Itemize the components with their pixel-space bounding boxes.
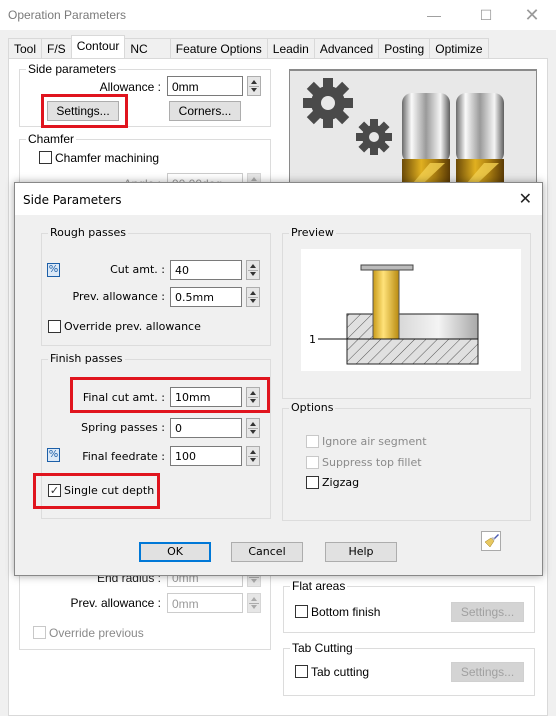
spring-passes-input[interactable]: 0 [170,418,242,438]
chamfer-legend: Chamfer [26,132,77,146]
final-feedrate-label: Final feedrate : [82,450,165,463]
suppress-top-fillet-checkbox[interactable] [306,456,319,469]
rough-passes-legend: Rough passes [48,226,128,239]
maximize-icon[interactable]: ☐ [474,4,498,26]
zigzag-label: Zigzag [322,476,360,489]
gears-and-tools-icon [303,78,504,188]
rough-prev-allowance-input[interactable]: 0.5mm [170,287,242,307]
override-prev-allowance-checkbox[interactable] [48,320,61,333]
highlight-final-cut-box [70,377,270,413]
allowance-label: Allowance : [99,80,161,94]
flat-areas-legend: Flat areas [290,579,348,593]
bottom-finish-label: Bottom finish [311,605,381,619]
allowance-spinner[interactable] [247,76,261,96]
tab-posting[interactable]: Posting [378,38,431,58]
rough-prev-allowance-spinner[interactable] [246,287,260,307]
tab-advanced[interactable]: Advanced [313,38,380,58]
final-feedrate-spinner[interactable] [246,446,260,466]
side-parameters-dialog: Side Parameters ✕ Rough passes % Cut amt… [14,182,543,576]
tab-tool[interactable]: Tool [8,38,43,58]
bottom-finish-settings-button[interactable]: Settings... [451,602,524,622]
spring-passes-spinner[interactable] [246,418,260,438]
preview-marker-label: 1 [309,333,316,346]
spring-passes-label: Spring passes : [81,421,165,434]
chamfer-machining-checkbox[interactable] [39,151,52,164]
zigzag-checkbox[interactable] [306,476,319,489]
tab-strip: Tool F/S Contour NC Feature Options Lead… [8,35,489,58]
paintbrush-icon [484,534,499,548]
final-feedrate-input[interactable]: 100 [170,446,242,466]
cut-amt-label: Cut amt. : [110,263,165,276]
preview-legend: Preview [289,226,336,239]
tab-cutting-legend: Tab Cutting [290,641,355,655]
cut-amt-input[interactable]: 40 [170,260,242,280]
options-legend: Options [289,401,336,414]
dialog-close-icon[interactable]: ✕ [519,189,532,208]
operation-image [289,69,537,189]
tab-nc[interactable]: NC [124,38,171,58]
tab-fs[interactable]: F/S [41,38,72,58]
brush-reset-button[interactable] [481,531,501,551]
tab-feature-options[interactable]: Feature Options [169,38,268,58]
highlight-settings-box [41,94,128,128]
ignore-air-segment-checkbox[interactable] [306,435,319,448]
preview-diagram-icon: 1 [309,264,479,365]
highlight-single-cut-box [33,473,160,509]
cut-amt-spinner[interactable] [246,260,260,280]
tab-cutting-settings-button[interactable]: Settings... [451,662,524,682]
tab-cutting-checkbox[interactable] [295,665,308,678]
tab-optimize[interactable]: Optimize [429,38,489,58]
ok-button[interactable]: OK [139,542,211,562]
title-bar: Operation Parameters — ☐ ✕ [0,0,556,30]
rough-prev-allowance-label: Prev. allowance : [72,290,165,303]
suppress-top-fillet-label: Suppress top fillet [322,456,422,469]
chamfer-machining-label: Chamfer machining [55,151,160,165]
finish-passes-legend: Finish passes [48,352,125,365]
help-button[interactable]: Help [325,542,397,562]
override-prev-allowance-label: Override prev. allowance [64,320,201,333]
tab-contour[interactable]: Contour [70,35,126,58]
bottom-finish-checkbox[interactable] [295,605,308,618]
rough-percent-toggle[interactable]: % [47,263,60,277]
allowance-input[interactable]: 0mm [167,76,243,96]
dialog-title-bar: Side Parameters ✕ [15,183,542,215]
close-icon[interactable]: ✕ [520,4,544,26]
cancel-button[interactable]: Cancel [231,542,303,562]
dialog-title: Side Parameters [23,193,122,207]
corners-button[interactable]: Corners... [169,101,241,121]
ignore-air-segment-label: Ignore air segment [322,435,427,448]
finish-percent-toggle[interactable]: % [47,448,60,462]
preview-image: 1 [301,249,521,371]
tab-leadin[interactable]: Leadin [266,38,315,58]
minimize-icon[interactable]: — [422,4,446,26]
window-title: Operation Parameters [8,8,127,22]
side-parameters-legend: Side parameters [26,62,119,76]
tab-cutting-label: Tab cutting [311,665,370,679]
